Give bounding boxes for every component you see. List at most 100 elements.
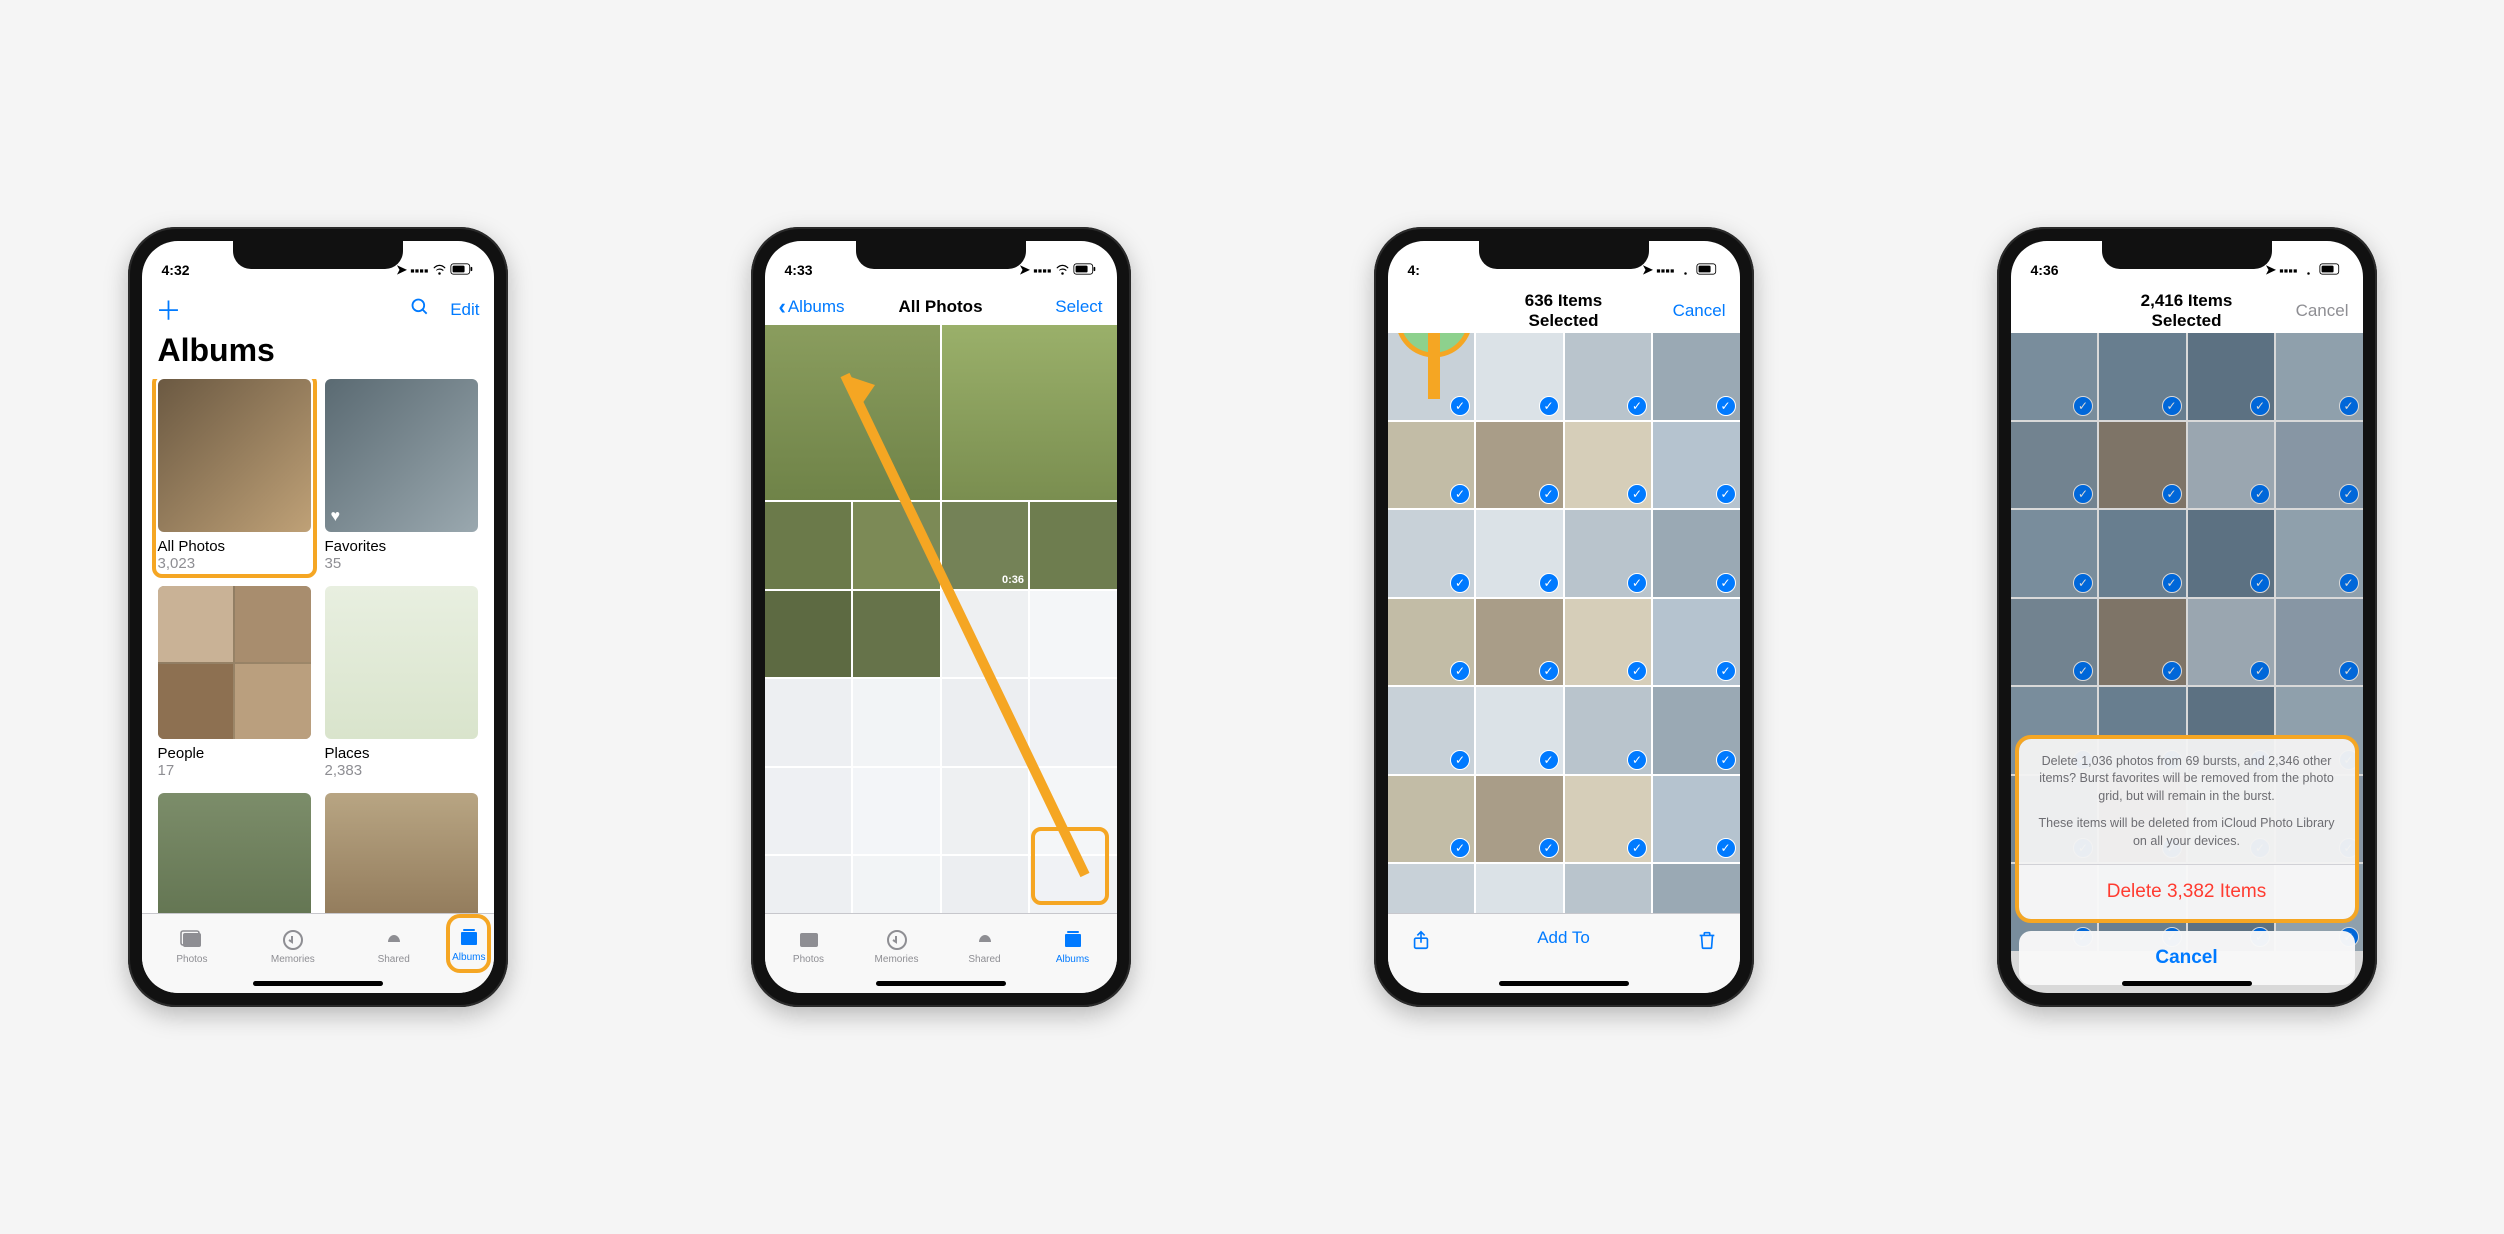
photo-thumb[interactable]: ✓: [1476, 333, 1563, 420]
search-icon[interactable]: [410, 297, 430, 322]
tab-shared[interactable]: Shared: [343, 914, 444, 973]
photo-thumb[interactable]: ✓: [1653, 776, 1740, 863]
tab-label: Albums: [452, 952, 485, 963]
photo-thumb[interactable]: ✓: [1653, 599, 1740, 686]
photo-thumb[interactable]: [1030, 502, 1117, 589]
tab-shared[interactable]: Shared: [941, 914, 1029, 973]
home-indicator[interactable]: [2122, 981, 2252, 986]
tab-label: Shared: [968, 954, 1000, 965]
photo-thumb[interactable]: ✓: [1653, 864, 1740, 913]
photo-thumb[interactable]: [765, 856, 852, 913]
photo-thumb[interactable]: ✓: [1565, 687, 1652, 774]
photo-thumb[interactable]: [942, 768, 1029, 855]
photo-thumb[interactable]: [853, 856, 940, 913]
add-button[interactable]: ＋: [156, 291, 182, 328]
video-duration-badge: 0:36: [1002, 574, 1024, 586]
album-places[interactable]: Places 2,383: [325, 586, 478, 779]
photo-thumb[interactable]: [765, 325, 940, 500]
photo-thumb[interactable]: ✓: [1565, 864, 1652, 913]
albums-content[interactable]: All Photos 3,023 ♥ Favorites 35: [142, 379, 494, 913]
selected-check-icon: ✓: [1450, 750, 1470, 770]
tab-albums[interactable]: Albums: [1029, 914, 1117, 973]
tab-photos[interactable]: Photos: [142, 914, 243, 973]
tab-memories[interactable]: Memories: [242, 914, 343, 973]
navbar: ＋ Edit: [142, 285, 494, 330]
photo-thumb[interactable]: [765, 502, 852, 589]
photo-thumb[interactable]: ✓: [1653, 333, 1740, 420]
album-title: Places: [325, 745, 478, 762]
photo-thumb[interactable]: ✓: [1565, 333, 1652, 420]
photo-thumb[interactable]: ✓: [1476, 510, 1563, 597]
photo-thumb[interactable]: 0:36: [942, 502, 1029, 589]
photo-thumb[interactable]: ✓: [1653, 422, 1740, 509]
home-indicator[interactable]: [253, 981, 383, 986]
tab-photos[interactable]: Photos: [765, 914, 853, 973]
photo-thumb[interactable]: ✓: [1565, 422, 1652, 509]
photo-thumb[interactable]: ✓: [1476, 864, 1563, 913]
status-time: 4:32: [162, 262, 190, 278]
signal-icon: ▪▪▪▪: [2279, 263, 2297, 278]
home-indicator[interactable]: [876, 981, 1006, 986]
photo-thumb[interactable]: [853, 591, 940, 678]
photo-thumb[interactable]: ✓: [1388, 864, 1475, 913]
photo-thumb[interactable]: ✓: [1565, 599, 1652, 686]
selected-check-icon: ✓: [1716, 484, 1736, 504]
album-people[interactable]: People 17: [158, 586, 311, 779]
photo-thumb[interactable]: [942, 679, 1029, 766]
photo-thumb[interactable]: ✓: [1476, 422, 1563, 509]
photo-thumb[interactable]: [1030, 679, 1117, 766]
photo-thumb[interactable]: [853, 502, 940, 589]
nav-title: 636 Items Selected: [1497, 291, 1630, 331]
album-count: 3,023: [158, 555, 311, 572]
edit-button[interactable]: Edit: [450, 300, 479, 320]
add-to-button[interactable]: Add To: [1537, 928, 1590, 948]
photo-thumb[interactable]: ✓: [1388, 776, 1475, 863]
chevron-left-icon: ‹: [779, 294, 786, 320]
photo-thumb[interactable]: [942, 591, 1029, 678]
share-button[interactable]: [1410, 928, 1432, 957]
tab-label: Albums: [1056, 954, 1089, 965]
select-button[interactable]: Select: [1055, 297, 1102, 317]
album-count: 17: [158, 762, 311, 779]
album-more-2[interactable]: [325, 793, 478, 913]
photo-thumb[interactable]: ✓: [1476, 599, 1563, 686]
photo-thumb[interactable]: ✓: [1388, 687, 1475, 774]
sheet-msg-1: Delete 1,036 photos from 69 bursts, and …: [2037, 753, 2337, 806]
album-count: 35: [325, 555, 478, 572]
photo-thumb[interactable]: ✓: [1388, 333, 1475, 420]
album-title: Favorites: [325, 538, 478, 555]
photo-thumb[interactable]: [765, 591, 852, 678]
photo-thumb[interactable]: [765, 679, 852, 766]
photo-thumb[interactable]: ✓: [1653, 687, 1740, 774]
tab-memories[interactable]: Memories: [853, 914, 941, 973]
photo-thumb[interactable]: ✓: [1476, 687, 1563, 774]
wifi-icon: [1678, 261, 1693, 279]
photo-thumb[interactable]: [853, 679, 940, 766]
photo-thumb[interactable]: ✓: [1388, 599, 1475, 686]
trash-button[interactable]: [1696, 928, 1718, 957]
back-button[interactable]: ‹ Albums: [779, 294, 874, 320]
photos-grid[interactable]: 0:36: [765, 325, 1117, 913]
photo-thumb[interactable]: ✓: [1388, 510, 1475, 597]
action-sheet: Delete 1,036 photos from 69 bursts, and …: [2011, 731, 2363, 994]
photo-thumb[interactable]: [853, 768, 940, 855]
home-indicator[interactable]: [1499, 981, 1629, 986]
photo-thumb[interactable]: ✓: [1565, 776, 1652, 863]
delete-items-button[interactable]: Delete 3,382 Items: [2019, 864, 2355, 919]
photo-thumb[interactable]: [765, 768, 852, 855]
tab-albums[interactable]: Albums: [452, 920, 485, 963]
photo-thumb[interactable]: ✓: [1476, 776, 1563, 863]
photos-grid-selected[interactable]: ✓✓✓✓✓✓✓✓✓✓✓✓✓✓✓✓✓✓✓✓✓✓✓✓✓✓✓✓: [1388, 333, 1740, 913]
photo-thumb[interactable]: [942, 856, 1029, 913]
album-favorites[interactable]: ♥ Favorites 35: [325, 379, 478, 572]
photo-thumb[interactable]: ✓: [1388, 422, 1475, 509]
album-all-photos[interactable]: All Photos 3,023: [158, 379, 311, 572]
cancel-button[interactable]: Cancel: [1673, 301, 1726, 321]
sheet-cancel-button[interactable]: Cancel: [2019, 931, 2355, 985]
photo-thumb[interactable]: [942, 325, 1117, 500]
photo-thumb[interactable]: ✓: [1565, 510, 1652, 597]
photo-thumb[interactable]: ✓: [1653, 510, 1740, 597]
selected-check-icon: ✓: [1716, 396, 1736, 416]
photo-thumb[interactable]: [1030, 591, 1117, 678]
album-more-1[interactable]: [158, 793, 311, 913]
